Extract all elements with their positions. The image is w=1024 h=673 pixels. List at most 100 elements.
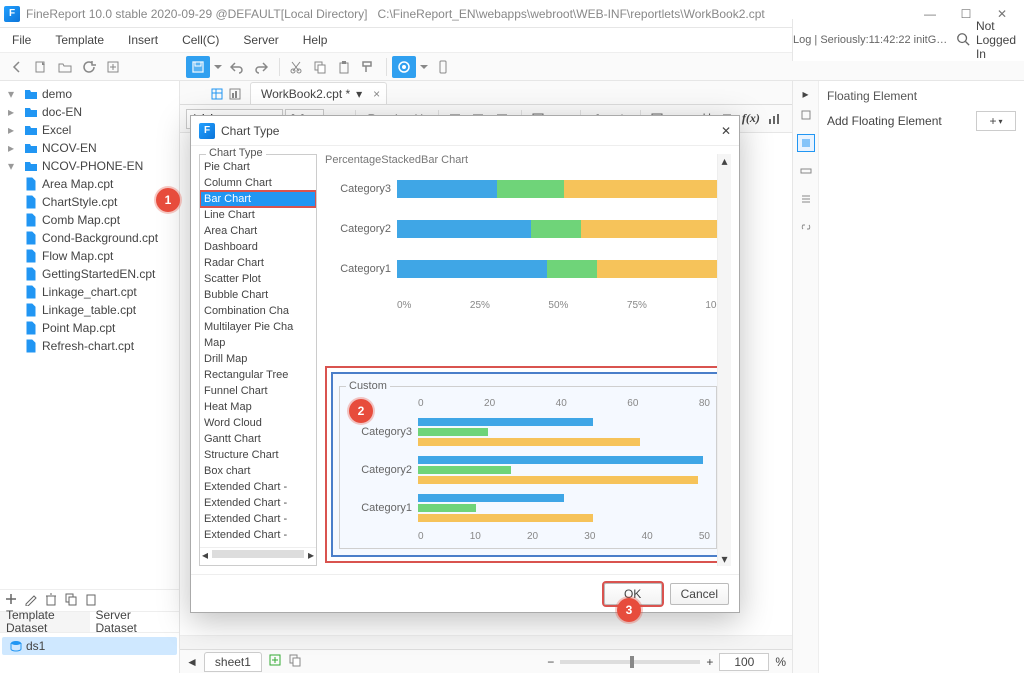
tree-file[interactable]: GettingStartedEN.cpt	[0, 265, 179, 283]
strip-expand-icon[interactable]	[797, 106, 815, 124]
new-folder-icon[interactable]	[54, 56, 76, 78]
chart-type-item[interactable]: Pie Chart	[200, 159, 316, 175]
menu-template[interactable]: Template	[43, 28, 116, 53]
zoom-value[interactable]: 100	[719, 653, 769, 671]
copy-icon[interactable]	[309, 56, 331, 78]
chart-type-item[interactable]: Map	[200, 335, 316, 351]
redo-icon[interactable]	[250, 56, 272, 78]
tree-file[interactable]: Linkage_chart.cpt	[0, 283, 179, 301]
strip-widget-icon[interactable]	[797, 162, 815, 180]
tab-report-icon[interactable]	[228, 87, 242, 104]
chart-type-item[interactable]: Rectangular Tree	[200, 367, 316, 383]
preview-icon[interactable]	[392, 56, 416, 78]
phone-preview-icon[interactable]	[432, 56, 454, 78]
chart-type-item[interactable]: Bubble Chart	[200, 287, 316, 303]
tree-file[interactable]: Cond-Background.cpt	[0, 229, 179, 247]
cut-icon[interactable]	[285, 56, 307, 78]
tree-file[interactable]: Linkage_table.cpt	[0, 301, 179, 319]
chart-type-item[interactable]: Extended Chart -	[200, 511, 316, 527]
zoom-out-icon[interactable]: −	[547, 655, 554, 669]
ds-paste-icon[interactable]	[84, 592, 98, 609]
function-icon[interactable]: f(x)	[741, 108, 760, 130]
chart-type-item[interactable]: Dashboard	[200, 239, 316, 255]
chart-type-item[interactable]: Combination Cha	[200, 303, 316, 319]
chart-type-item[interactable]: Box chart	[200, 463, 316, 479]
collapse-panel-icon[interactable]: ▸	[802, 87, 808, 101]
paste-icon[interactable]	[333, 56, 355, 78]
file-tab[interactable]: WorkBook2.cpt * ▾ ×	[250, 82, 387, 104]
chart-type-item[interactable]: Scatter Plot	[200, 271, 316, 287]
save-dropdown-icon[interactable]	[212, 56, 224, 78]
file-tree[interactable]: ▾demo▸doc-EN▸Excel▸NCOV-EN▾NCOV-PHONE-EN…	[0, 81, 179, 589]
ds-delete-icon[interactable]	[44, 592, 58, 609]
ds-edit-icon[interactable]	[24, 592, 38, 609]
list-scroll-right-icon[interactable]: ▸	[308, 548, 314, 561]
chart-type-item[interactable]: Column Chart	[200, 175, 316, 191]
sheet-copy-icon[interactable]	[288, 653, 302, 670]
strip-link-icon[interactable]	[797, 218, 815, 236]
tree-file[interactable]: Point Map.cpt	[0, 319, 179, 337]
dataset-tab-server[interactable]: Server Dataset	[90, 612, 180, 632]
chart-type-item[interactable]: Heat Map	[200, 399, 316, 415]
dialog-close-icon[interactable]: ✕	[721, 124, 731, 138]
add-floating-button[interactable]: + ▾	[976, 111, 1016, 131]
strip-condition-icon[interactable]	[797, 190, 815, 208]
tree-file[interactable]: Flow Map.cpt	[0, 247, 179, 265]
save-icon[interactable]	[186, 56, 210, 78]
expand-icon[interactable]	[102, 56, 124, 78]
refresh-icon[interactable]	[78, 56, 100, 78]
cancel-button[interactable]: Cancel	[670, 583, 729, 605]
chart-type-item[interactable]: Radar Chart	[200, 255, 316, 271]
menu-cell[interactable]: Cell(C)	[170, 28, 231, 53]
tree-folder[interactable]: ▸Excel	[0, 121, 179, 139]
sheet-tab[interactable]: sheet1	[204, 652, 262, 672]
tree-folder[interactable]: ▸NCOV-EN	[0, 139, 179, 157]
chart-type-item[interactable]: Multilayer Pie Cha	[200, 319, 316, 335]
chart-type-item[interactable]: Extended Chart -	[200, 479, 316, 495]
list-scroll-thumb[interactable]	[212, 550, 304, 558]
list-scroll-left-icon[interactable]: ◂	[202, 548, 208, 561]
zoom-in-icon[interactable]: +	[706, 655, 713, 669]
chevron-down-icon[interactable]: ▾	[356, 87, 362, 101]
chart-type-item[interactable]: Bar Chart	[200, 191, 316, 207]
new-file-icon[interactable]	[30, 56, 52, 78]
chart-config-icon[interactable]	[765, 108, 784, 130]
dataset-tab-template[interactable]: Template Dataset	[0, 612, 90, 632]
tab-template-icon[interactable]	[210, 87, 224, 104]
search-icon[interactable]	[956, 32, 970, 49]
preview-scrollbar[interactable]: ▴ ▾	[717, 154, 731, 566]
undo-icon[interactable]	[226, 56, 248, 78]
close-icon[interactable]: ×	[373, 87, 380, 101]
chart-type-item[interactable]: Gantt Chart	[200, 431, 316, 447]
dataset-item[interactable]: ds1	[2, 637, 177, 655]
tree-folder[interactable]: ▾demo	[0, 85, 179, 103]
preview-dropdown-icon[interactable]	[418, 56, 430, 78]
chart-type-item[interactable]: Funnel Chart	[200, 383, 316, 399]
chart-type-item[interactable]: Extended Chart -	[200, 495, 316, 511]
strip-float-icon[interactable]	[797, 134, 815, 152]
chart-type-item[interactable]: Word Cloud	[200, 415, 316, 431]
sheet-add-icon[interactable]	[268, 653, 282, 670]
sheet-prev-icon[interactable]: ◄	[186, 655, 198, 669]
menu-file[interactable]: File	[0, 28, 43, 53]
navigate-back-icon[interactable]	[6, 56, 28, 78]
tree-file[interactable]: Refresh-chart.cpt	[0, 337, 179, 355]
chart-type-item[interactable]: Line Chart	[200, 207, 316, 223]
chart-type-item[interactable]: Drill Map	[200, 351, 316, 367]
menu-server[interactable]: Server	[231, 28, 290, 53]
format-painter-icon[interactable]	[357, 56, 379, 78]
tree-file[interactable]: ChartStyle.cpt	[0, 193, 179, 211]
tree-folder[interactable]: ▾NCOV-PHONE-EN	[0, 157, 179, 175]
ds-copy-icon[interactable]	[64, 592, 78, 609]
tree-file[interactable]: Comb Map.cpt	[0, 211, 179, 229]
menu-help[interactable]: Help	[291, 28, 340, 53]
chart-type-item[interactable]: Extended Chart -	[200, 527, 316, 543]
chart-type-item[interactable]: Structure Chart	[200, 447, 316, 463]
preview-chart-custom[interactable]: 020406080Category3Category2Category10102…	[346, 398, 710, 542]
menu-insert[interactable]: Insert	[116, 28, 170, 53]
login-status[interactable]: Not Logged In	[976, 19, 1016, 61]
tree-folder[interactable]: ▸doc-EN	[0, 103, 179, 121]
chart-type-item[interactable]: Area Chart	[200, 223, 316, 239]
tree-file[interactable]: Area Map.cpt	[0, 175, 179, 193]
ds-add-icon[interactable]	[4, 592, 18, 609]
